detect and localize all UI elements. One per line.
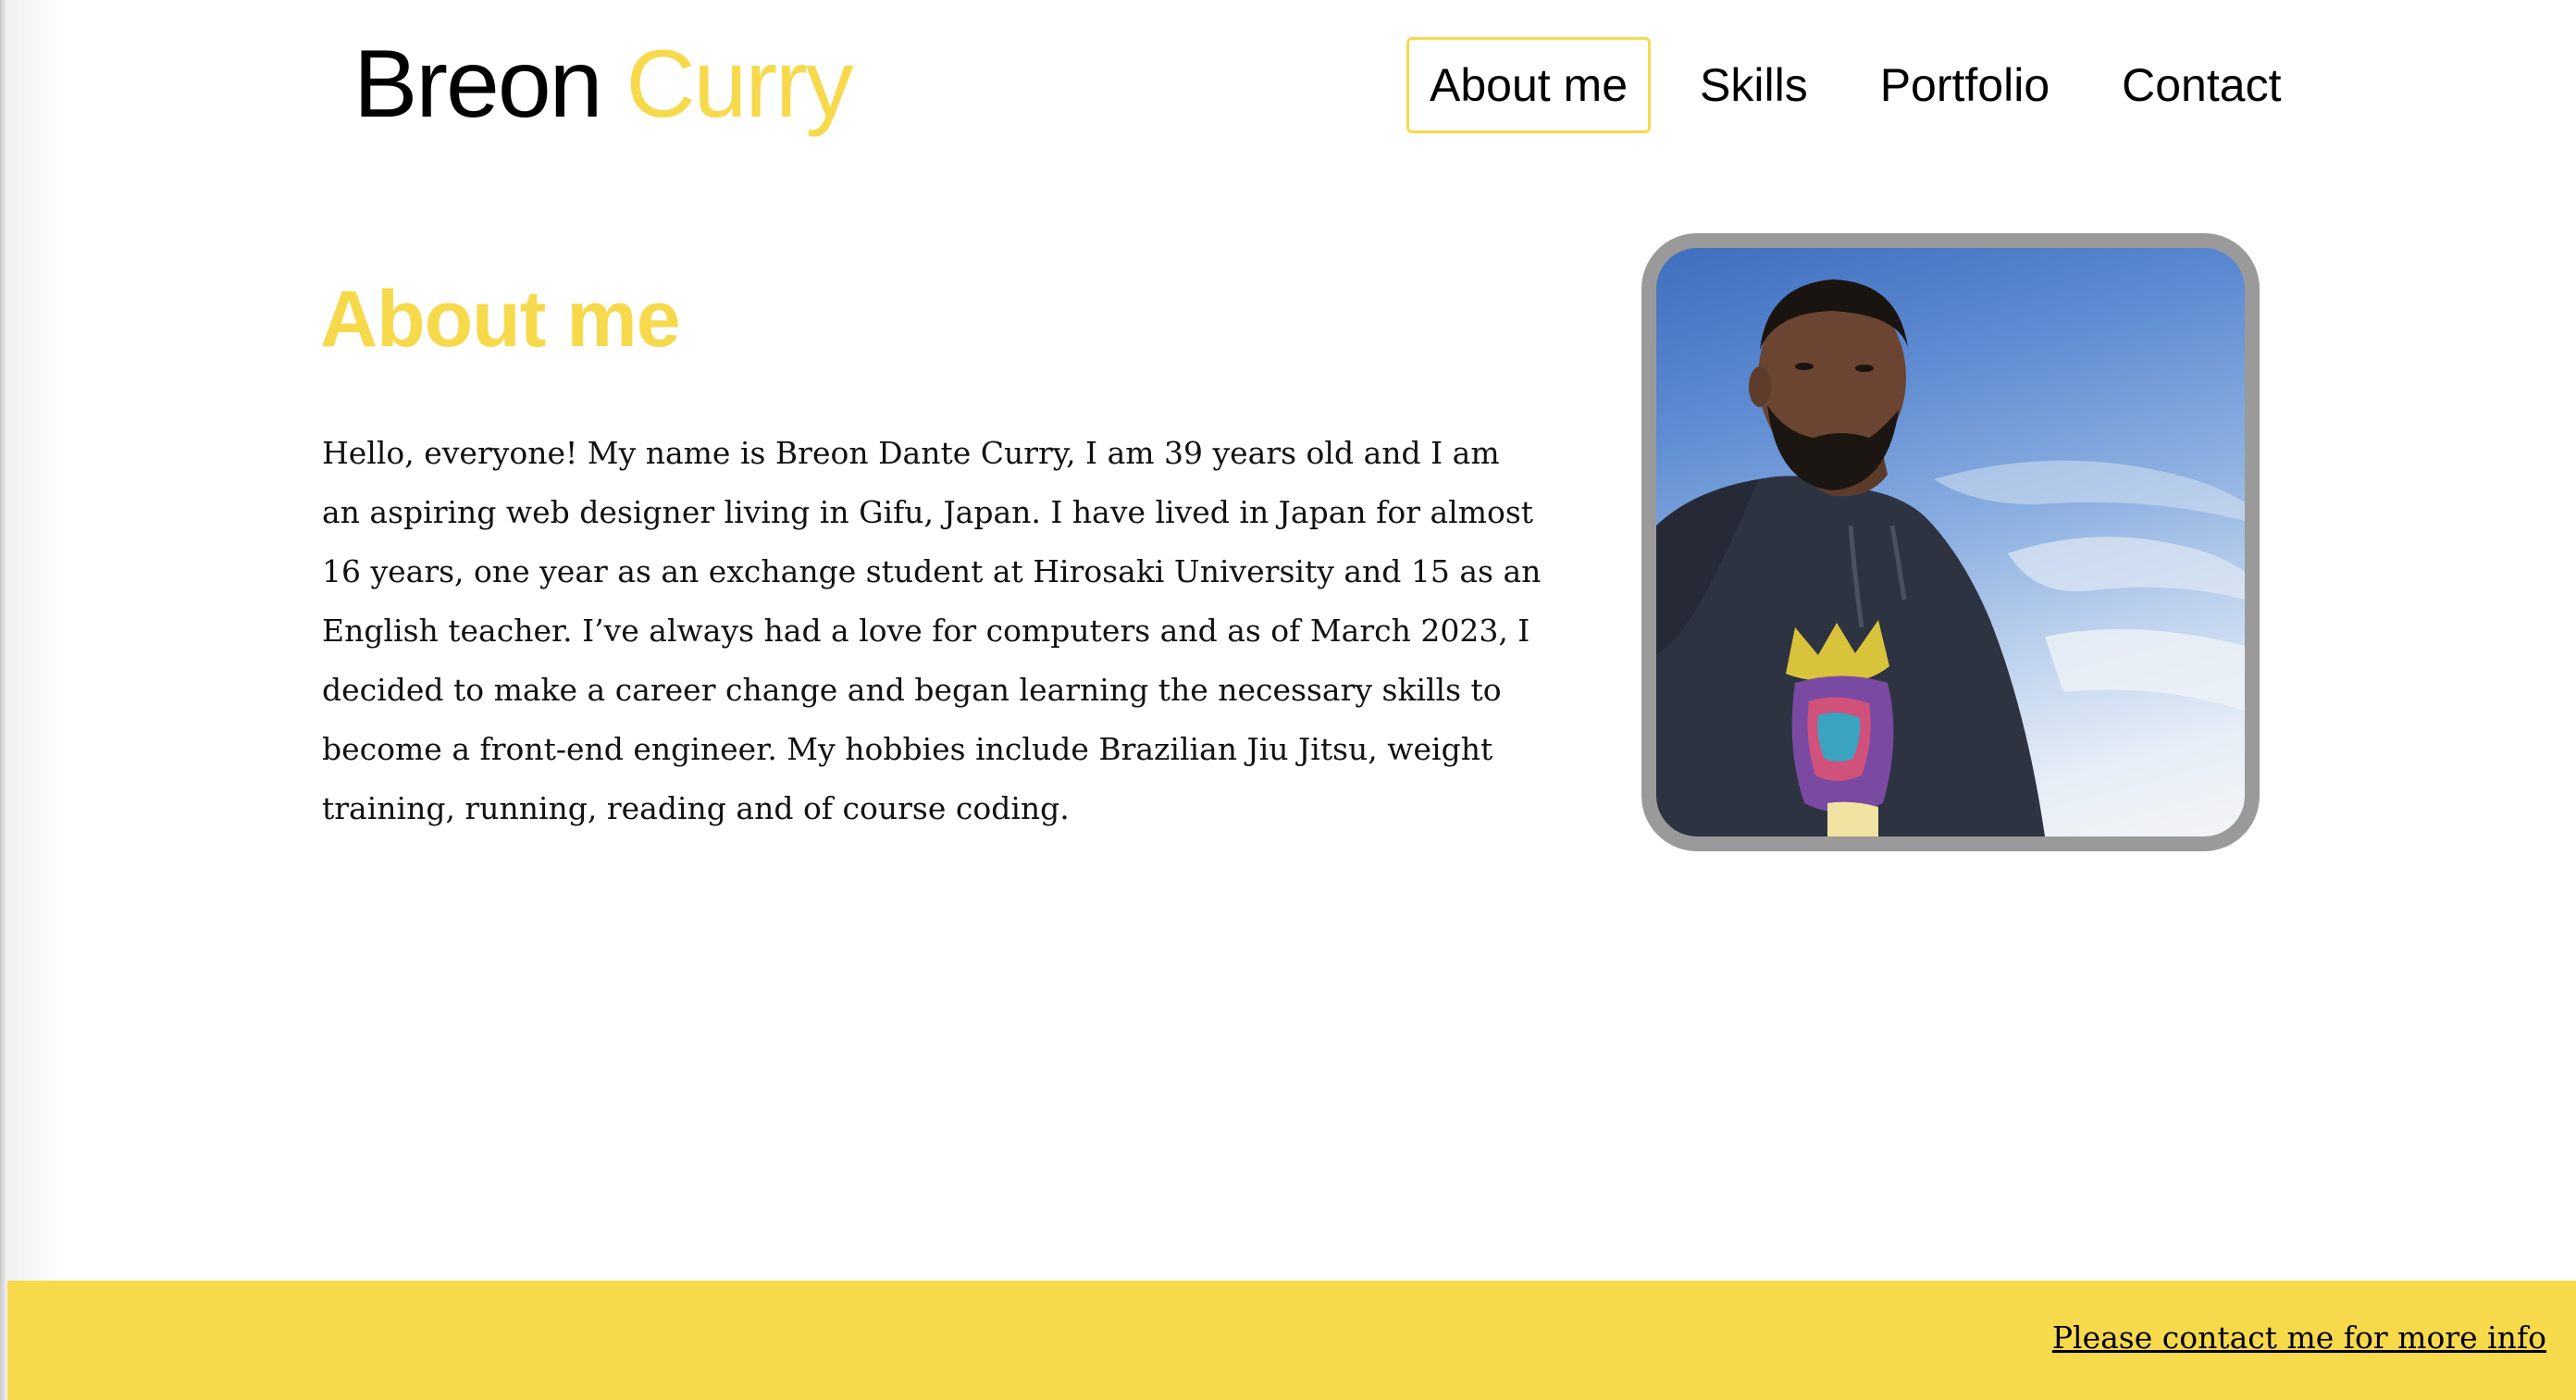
page: Breon Curry About me Skills Portfolio Co… (0, 0, 2576, 1400)
nav-contact[interactable]: Contact (2099, 37, 2304, 133)
site-footer: Please contact me for more info (7, 1281, 2576, 1400)
contact-info-link[interactable]: Please contact me for more info (2052, 1318, 2546, 1358)
brand-last-name: Curry (625, 31, 853, 138)
about-paragraph: Hello, everyone! My name is Breon Dante … (322, 435, 1542, 826)
window-edge-shadow (0, 0, 7, 1400)
main-nav: About me Skills Portfolio Contact (1406, 37, 2304, 133)
window-edge-fade (7, 0, 63, 1400)
brand-first-name: Breon (353, 31, 603, 138)
about-title: About me (320, 275, 681, 364)
site-logo[interactable]: Breon Curry (353, 24, 854, 144)
nav-portfolio[interactable]: Portfolio (1857, 37, 2073, 133)
profile-photo (1641, 233, 2260, 851)
nav-about-me[interactable]: About me (1406, 37, 1652, 133)
nav-skills[interactable]: Skills (1677, 37, 1831, 133)
profile-photo-illustration (1656, 279, 2245, 836)
